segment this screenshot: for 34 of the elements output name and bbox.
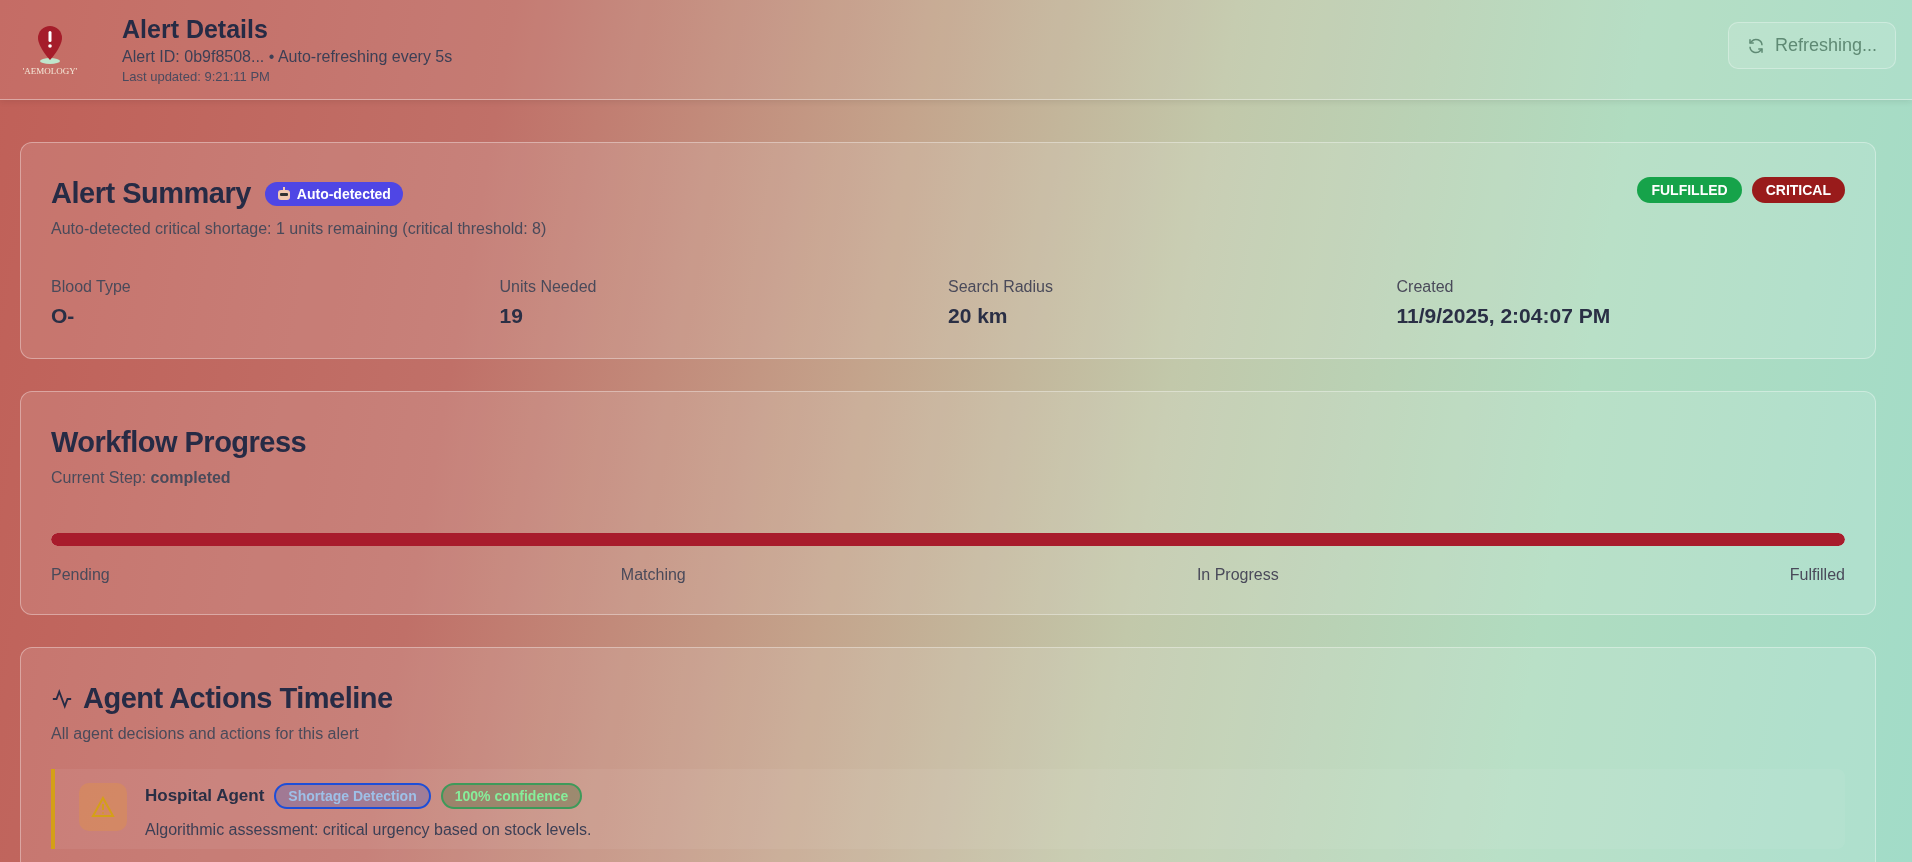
field-label: Search Radius xyxy=(948,278,1054,296)
step-label: Matching xyxy=(620,566,686,584)
card-title: Workflow Progress xyxy=(51,426,308,459)
map-pin-icon xyxy=(35,23,65,66)
alert-description: Auto-detected critical shortage: 1 units remaining (critical threshold: 8) xyxy=(51,220,548,238)
field-label: Blood Type xyxy=(51,278,132,296)
step-label: Pending xyxy=(51,566,110,584)
logo-text: 'AEMOLOGY' xyxy=(22,65,78,76)
field-value: 19 xyxy=(499,304,524,328)
card-title: Alert Summary xyxy=(51,177,251,210)
page-title: Alert Details xyxy=(122,15,269,44)
agent-name: Hospital Agent xyxy=(145,786,265,806)
card-title: Agent Actions Timeline xyxy=(83,682,393,715)
field-value: 20 km xyxy=(948,304,1009,328)
warning-icon xyxy=(91,796,115,818)
field-value: O- xyxy=(51,304,76,328)
step-label: In Progress xyxy=(1196,566,1279,584)
alert-id-text: Alert ID: 0b9f8508... • Auto-refreshing every 5s xyxy=(122,48,454,66)
refresh-icon xyxy=(1746,36,1765,55)
last-updated-text: Last updated: 9:21:11 PM xyxy=(122,69,271,84)
field-value: 11/9/2025, 2:04:07 PM xyxy=(1396,304,1612,328)
field-label: Created xyxy=(1396,278,1455,296)
activity-icon xyxy=(51,687,73,710)
current-step-text: Current Step: completed xyxy=(51,469,232,487)
status-badge: CRITICAL xyxy=(1751,177,1845,203)
card-subtitle: All agent decisions and actions for this alert xyxy=(51,725,360,743)
field-label: Units Needed xyxy=(499,278,598,296)
confidence-tag: 100% confidence xyxy=(440,783,583,809)
action-description: Algorithmic assessment: critical urgency based on stock levels. xyxy=(145,821,592,839)
robot-icon xyxy=(276,186,291,201)
step-label: Fulfilled xyxy=(1789,566,1845,584)
auto-detected-badge: Auto-detected xyxy=(264,181,403,206)
action-tag: Shortage Detection xyxy=(274,783,431,809)
status-badge: FULFILLED xyxy=(1637,177,1742,203)
